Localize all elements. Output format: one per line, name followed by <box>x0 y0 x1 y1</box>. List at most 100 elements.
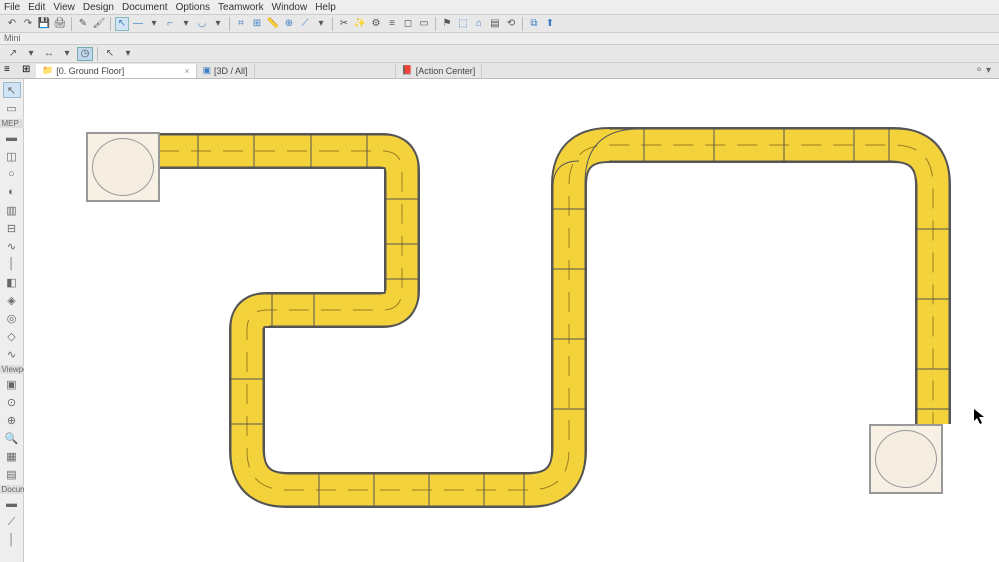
polyarrow-icon[interactable]: ↗ <box>5 47 21 61</box>
tab-3d-all[interactable]: ▣ [3D / All] <box>197 64 255 78</box>
menu-document[interactable]: Document <box>122 2 168 13</box>
marquee-tool-icon[interactable]: ▭ <box>3 100 21 116</box>
menu-file[interactable]: File <box>4 2 20 13</box>
terminal-grille-icon <box>92 138 154 196</box>
layers-icon[interactable]: ≡ <box>385 17 399 31</box>
terminal-grille-icon <box>875 430 937 488</box>
section-viewpoint: Viewpoint <box>0 365 24 374</box>
tab-ground-floor-label: [0. Ground Floor] <box>56 66 124 76</box>
panel-name-mini: Mini <box>0 33 999 45</box>
save-icon[interactable]: 💾 <box>37 17 51 31</box>
cursor-icon[interactable]: ↖ <box>102 47 118 61</box>
adjust-icon[interactable]: ⚙ <box>369 17 383 31</box>
rect-icon[interactable]: ▭ <box>417 17 431 31</box>
menu-window[interactable]: Window <box>272 2 308 13</box>
menu-help[interactable]: Help <box>315 2 336 13</box>
accessory2-tool-icon[interactable]: ◇ <box>3 328 21 344</box>
column-tool-icon[interactable]: │ <box>3 532 21 548</box>
target-tool-icon[interactable]: ⊕ <box>3 412 21 428</box>
clock-icon[interactable]: ◷ <box>77 47 93 61</box>
separator <box>229 17 230 31</box>
menu-options[interactable]: Options <box>176 2 210 13</box>
redo-icon[interactable]: ↷ <box>21 17 35 31</box>
menu-teamwork[interactable]: Teamwork <box>218 2 264 13</box>
cursor-tool-icon[interactable]: ↖ <box>115 17 129 31</box>
zoom-tool-icon[interactable]: 🔍 <box>3 430 21 446</box>
fitting-tool-icon[interactable]: ○ <box>3 166 21 182</box>
tab-3d-label: [3D / All] <box>214 66 248 76</box>
arrow-tool-icon[interactable]: ↖ <box>3 82 21 98</box>
list-view-icon[interactable]: ≡ <box>4 64 18 78</box>
dropdown-icon[interactable]: ▾ <box>147 17 161 31</box>
separator <box>97 47 98 61</box>
tab-strip-options-icon[interactable]: ⚬ ▾ <box>971 65 995 76</box>
house-icon[interactable]: ⌂ <box>472 17 486 31</box>
print-icon[interactable]: 🖨 <box>53 17 67 31</box>
tab-action-center[interactable]: 📕 [Action Center] <box>395 64 483 78</box>
camera-tool-icon[interactable]: ▣ <box>3 376 21 392</box>
sheet-tool-icon[interactable]: ▤ <box>3 466 21 482</box>
tray-tool-icon[interactable]: ▥ <box>3 202 21 218</box>
eyedropper-icon[interactable]: ✎ <box>76 17 90 31</box>
splitarrow-icon[interactable]: ↔ <box>41 47 57 61</box>
rotate-icon[interactable]: ⟲ <box>504 17 518 31</box>
flag-icon[interactable]: ⚑ <box>440 17 454 31</box>
section-tool-icon[interactable]: ▦ <box>3 448 21 464</box>
terminal-tool-icon[interactable]: ◈ <box>3 292 21 308</box>
conduit-tool-icon[interactable]: ∿ <box>3 238 21 254</box>
wall-tool-icon[interactable]: ▬ <box>3 496 21 512</box>
dropdown-icon[interactable]: ▾ <box>59 47 75 61</box>
flex2-tool-icon[interactable]: ∿ <box>3 346 21 362</box>
junction-tool-icon[interactable]: ◧ <box>3 274 21 290</box>
panel-tool-icon[interactable]: │ <box>3 256 21 272</box>
separator <box>435 17 436 31</box>
book-icon: 📕 <box>402 65 413 76</box>
pipe-tool-icon[interactable]: ◫ <box>3 148 21 164</box>
tool-sidebar: ↖ ▭ MEP ▬ ◫ ○ ◐ ▥ ⊟ ∿ │ ◧ ◈ ◎ ◇ ∿ Viewpo… <box>0 79 24 562</box>
dropdown-icon[interactable]: ▾ <box>179 17 193 31</box>
stair-tool-icon[interactable]: ⟋ <box>3 514 21 530</box>
sheet-icon[interactable]: ▤ <box>488 17 502 31</box>
close-tab-icon[interactable]: × <box>184 66 189 76</box>
menu-edit[interactable]: Edit <box>28 2 45 13</box>
dropdown-icon[interactable]: ▾ <box>314 17 328 31</box>
accessory-tool-icon[interactable]: ◎ <box>3 310 21 326</box>
box3d-icon[interactable]: ⬚ <box>456 17 470 31</box>
undo-icon[interactable]: ↶ <box>5 17 19 31</box>
palette-icon[interactable]: ⊞ <box>22 64 36 78</box>
trace-icon[interactable]: ◻ <box>401 17 415 31</box>
ruler-icon[interactable]: 📏 <box>266 17 280 31</box>
flex-tool-icon[interactable]: ⊟ <box>3 220 21 236</box>
scissors-icon[interactable]: ✂ <box>337 17 351 31</box>
snap-icon[interactable]: ⊞ <box>250 17 264 31</box>
compass-icon[interactable]: ⊕ <box>282 17 296 31</box>
orbit-tool-icon[interactable]: ⊙ <box>3 394 21 410</box>
export-icon[interactable]: ⬆ <box>543 17 557 31</box>
link-icon[interactable]: ⧉ <box>527 17 541 31</box>
duct-terminal-right[interactable] <box>869 424 943 494</box>
equipment-tool-icon[interactable]: ◐ <box>3 184 21 200</box>
grid-icon[interactable]: ⌗ <box>234 17 248 31</box>
duct-terminal-left[interactable] <box>86 132 160 202</box>
dropdown-icon[interactable]: ▾ <box>23 47 39 61</box>
brush-icon[interactable]: 🖌 <box>92 17 106 31</box>
dropdown-icon[interactable]: ▾ <box>120 47 136 61</box>
menu-view[interactable]: View <box>53 2 75 13</box>
wand-icon[interactable]: ✨ <box>353 17 367 31</box>
section-document: Documen <box>0 485 24 494</box>
separator <box>332 17 333 31</box>
main-area: ↖ ▭ MEP ▬ ◫ ○ ◐ ▥ ⊟ ∿ │ ◧ ◈ ◎ ◇ ∿ Viewpo… <box>0 79 999 562</box>
arc-tool-icon[interactable]: ◡ <box>195 17 209 31</box>
separator <box>71 17 72 31</box>
duct-tool-icon[interactable]: ▬ <box>3 130 21 146</box>
tab-ground-floor[interactable]: 📁 [0. Ground Floor] × <box>36 64 197 78</box>
line-tool-icon[interactable]: — <box>131 17 145 31</box>
menu-design[interactable]: Design <box>83 2 114 13</box>
folder-icon: 📁 <box>42 65 53 76</box>
measure-icon[interactable]: ⟋ <box>298 17 312 31</box>
menu-bar: File Edit View Design Document Options T… <box>0 0 999 15</box>
polyline-tool-icon[interactable]: ⌐ <box>163 17 177 31</box>
ductwork-drawing <box>24 79 999 562</box>
drawing-canvas[interactable] <box>24 79 999 562</box>
dropdown-icon[interactable]: ▾ <box>211 17 225 31</box>
